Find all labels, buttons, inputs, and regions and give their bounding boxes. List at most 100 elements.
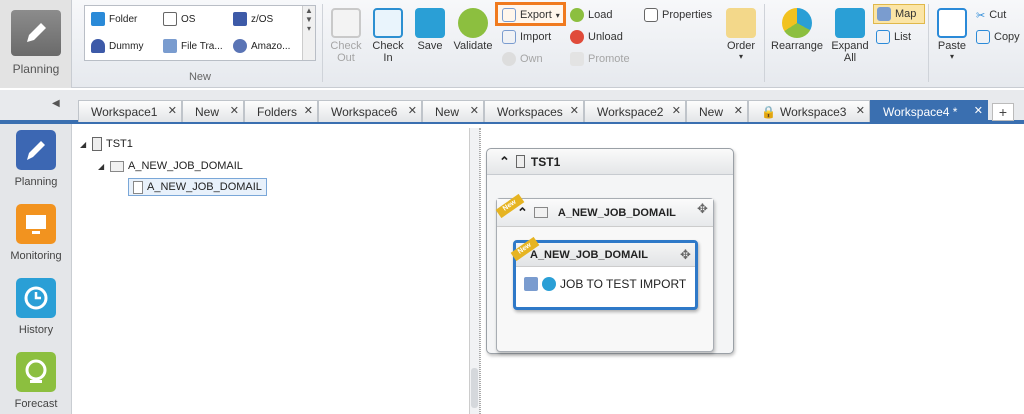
tree-node-server[interactable]: ◢ TST1 bbox=[80, 136, 133, 152]
check-in-button[interactable]: Check In bbox=[368, 8, 408, 64]
folder-icon bbox=[110, 160, 124, 172]
unload-button[interactable]: Unload bbox=[570, 28, 623, 46]
promote-button[interactable]: Promote bbox=[570, 50, 630, 68]
check-out-button[interactable]: Check Out bbox=[330, 8, 362, 64]
tab-new-2[interactable]: New ✕ bbox=[422, 100, 484, 122]
nav-forecast[interactable]: Forecast bbox=[0, 352, 72, 410]
list-view-button[interactable]: List bbox=[876, 28, 911, 46]
cut-button[interactable]: ✂ Cut bbox=[976, 6, 1006, 24]
splitter-grip[interactable] bbox=[471, 368, 478, 408]
own-button[interactable]: Own bbox=[502, 50, 543, 68]
rearrange-icon bbox=[782, 8, 812, 38]
gallery-scrollbar[interactable]: ▲ ▼ ▾ bbox=[302, 6, 315, 60]
close-icon[interactable]: ✕ bbox=[734, 104, 743, 117]
expand-icon bbox=[835, 8, 865, 38]
document-icon bbox=[133, 180, 143, 194]
ghost-icon bbox=[91, 39, 105, 53]
tab-workspace6[interactable]: Workspace6 ✕ bbox=[318, 100, 422, 122]
job-node-box[interactable]: A_NEW_JOB_DOMAIL JOB TO TEST IMPORT bbox=[513, 240, 698, 310]
ribbon-separator bbox=[928, 4, 929, 82]
tab-workspaces[interactable]: Workspaces ✕ bbox=[484, 100, 584, 122]
rearrange-button[interactable]: Rearrange bbox=[770, 8, 824, 52]
expand-triangle-icon[interactable]: ◢ bbox=[80, 140, 88, 149]
expand-triangle-icon[interactable]: ◢ bbox=[98, 162, 106, 171]
planning-domain-button[interactable]: Planning bbox=[0, 0, 72, 88]
tree-node-job[interactable]: A_NEW_JOB_DOMAIL bbox=[128, 178, 267, 196]
close-icon[interactable]: ✕ bbox=[570, 104, 579, 117]
tab-new[interactable]: New ✕ bbox=[182, 100, 244, 122]
import-button[interactable]: Import bbox=[502, 28, 551, 46]
server-node-header: ⌃ TST1 bbox=[487, 149, 733, 175]
folder-icon bbox=[533, 207, 548, 218]
tree-node-folder[interactable]: ◢ A_NEW_JOB_DOMAIL bbox=[98, 158, 243, 174]
map-view-button[interactable]: Map bbox=[873, 4, 925, 24]
planning-label: Planning bbox=[12, 62, 60, 76]
close-icon[interactable]: ✕ bbox=[230, 104, 239, 117]
new-item-gallery: Folder OS z/OS Dummy File Tra... Amazo..… bbox=[84, 5, 316, 61]
paste-button[interactable]: Paste ▾ bbox=[934, 8, 970, 61]
plus-circle-icon bbox=[570, 8, 584, 22]
ribbon-separator bbox=[322, 4, 323, 82]
domain-sidebar: Planning Monitoring History Forecast bbox=[0, 124, 72, 414]
new-os-item[interactable]: OS bbox=[163, 10, 195, 28]
folder-node-header: ⌃ A_NEW_JOB_DOMAIL bbox=[497, 199, 713, 227]
new-folder-item[interactable]: Folder bbox=[91, 10, 137, 28]
promote-icon bbox=[570, 52, 584, 66]
tab-workspace3[interactable]: 🔒 Workspace3 ✕ bbox=[748, 100, 870, 122]
collapse-icon[interactable]: ⌃ bbox=[517, 205, 528, 221]
expand-all-button[interactable]: Expand All bbox=[830, 8, 870, 64]
pencil-icon bbox=[16, 130, 56, 170]
minus-circle-icon bbox=[570, 30, 584, 44]
tab-workspace1[interactable]: Workspace1 ✕ bbox=[78, 100, 182, 122]
new-group-label: New bbox=[188, 71, 211, 83]
file-transfer-icon bbox=[163, 39, 177, 53]
move-icon[interactable]: ✥ bbox=[680, 247, 691, 263]
collapse-left-icon[interactable]: ◀ bbox=[52, 98, 60, 109]
export-button[interactable]: Export ▾ bbox=[502, 6, 560, 24]
move-icon[interactable]: ✥ bbox=[697, 201, 708, 217]
copy-button[interactable]: Copy bbox=[976, 28, 1020, 46]
new-zos-item[interactable]: z/OS bbox=[233, 10, 273, 28]
close-icon[interactable]: ✕ bbox=[672, 104, 681, 117]
close-icon[interactable]: ✕ bbox=[856, 104, 865, 117]
close-icon[interactable]: ✕ bbox=[304, 104, 313, 117]
amazon-icon bbox=[233, 39, 247, 53]
close-icon[interactable]: ✕ bbox=[168, 104, 177, 117]
job-node-body: JOB TO TEST IMPORT bbox=[516, 267, 695, 291]
properties-button[interactable]: Properties bbox=[644, 6, 712, 24]
chevron-down-icon: ▾ bbox=[738, 52, 743, 61]
load-button[interactable]: Load bbox=[570, 6, 612, 24]
close-icon[interactable]: ✕ bbox=[974, 104, 983, 117]
new-file-transfer-item[interactable]: File Tra... bbox=[163, 37, 223, 55]
nav-planning[interactable]: Planning bbox=[0, 130, 72, 188]
tab-new-3[interactable]: New ✕ bbox=[686, 100, 748, 122]
job-node-header: A_NEW_JOB_DOMAIL bbox=[516, 243, 695, 267]
save-icon bbox=[415, 8, 445, 38]
order-button[interactable]: Order ▾ bbox=[722, 8, 760, 61]
nav-monitoring[interactable]: Monitoring bbox=[0, 204, 72, 262]
properties-icon bbox=[644, 8, 658, 22]
collapse-icon[interactable]: ⌃ bbox=[499, 154, 510, 170]
copy-icon bbox=[976, 30, 990, 44]
ribbon-toolbar: Planning Folder OS z/OS Dummy File Tra..… bbox=[0, 0, 1024, 88]
validate-button[interactable]: Validate bbox=[452, 8, 494, 52]
check-out-icon bbox=[331, 8, 361, 38]
tab-workspace4[interactable]: Workspace4 * ✕ bbox=[870, 100, 988, 122]
import-icon bbox=[502, 30, 516, 44]
user-icon bbox=[502, 52, 516, 66]
tab-workspace2[interactable]: Workspace2 ✕ bbox=[584, 100, 686, 122]
pencil-icon bbox=[11, 10, 61, 56]
scissors-icon: ✂ bbox=[976, 9, 986, 22]
tab-folders[interactable]: Folders ✕ bbox=[244, 100, 318, 122]
panel-splitter[interactable] bbox=[470, 128, 480, 414]
close-icon[interactable]: ✕ bbox=[408, 104, 417, 117]
new-amazon-item[interactable]: Amazo... bbox=[233, 37, 290, 55]
monitor-icon bbox=[16, 204, 56, 244]
nav-history[interactable]: History bbox=[0, 278, 72, 336]
save-button[interactable]: Save bbox=[414, 8, 446, 52]
add-tab-button[interactable]: + bbox=[992, 103, 1014, 121]
close-icon[interactable]: ✕ bbox=[470, 104, 479, 117]
new-dummy-item[interactable]: Dummy bbox=[91, 37, 143, 55]
check-in-icon bbox=[373, 8, 403, 38]
workspace-tabs: ◀ Workspace1 ✕ New ✕ Folders ✕ Workspace6 ✕ … bbox=[0, 90, 1024, 124]
